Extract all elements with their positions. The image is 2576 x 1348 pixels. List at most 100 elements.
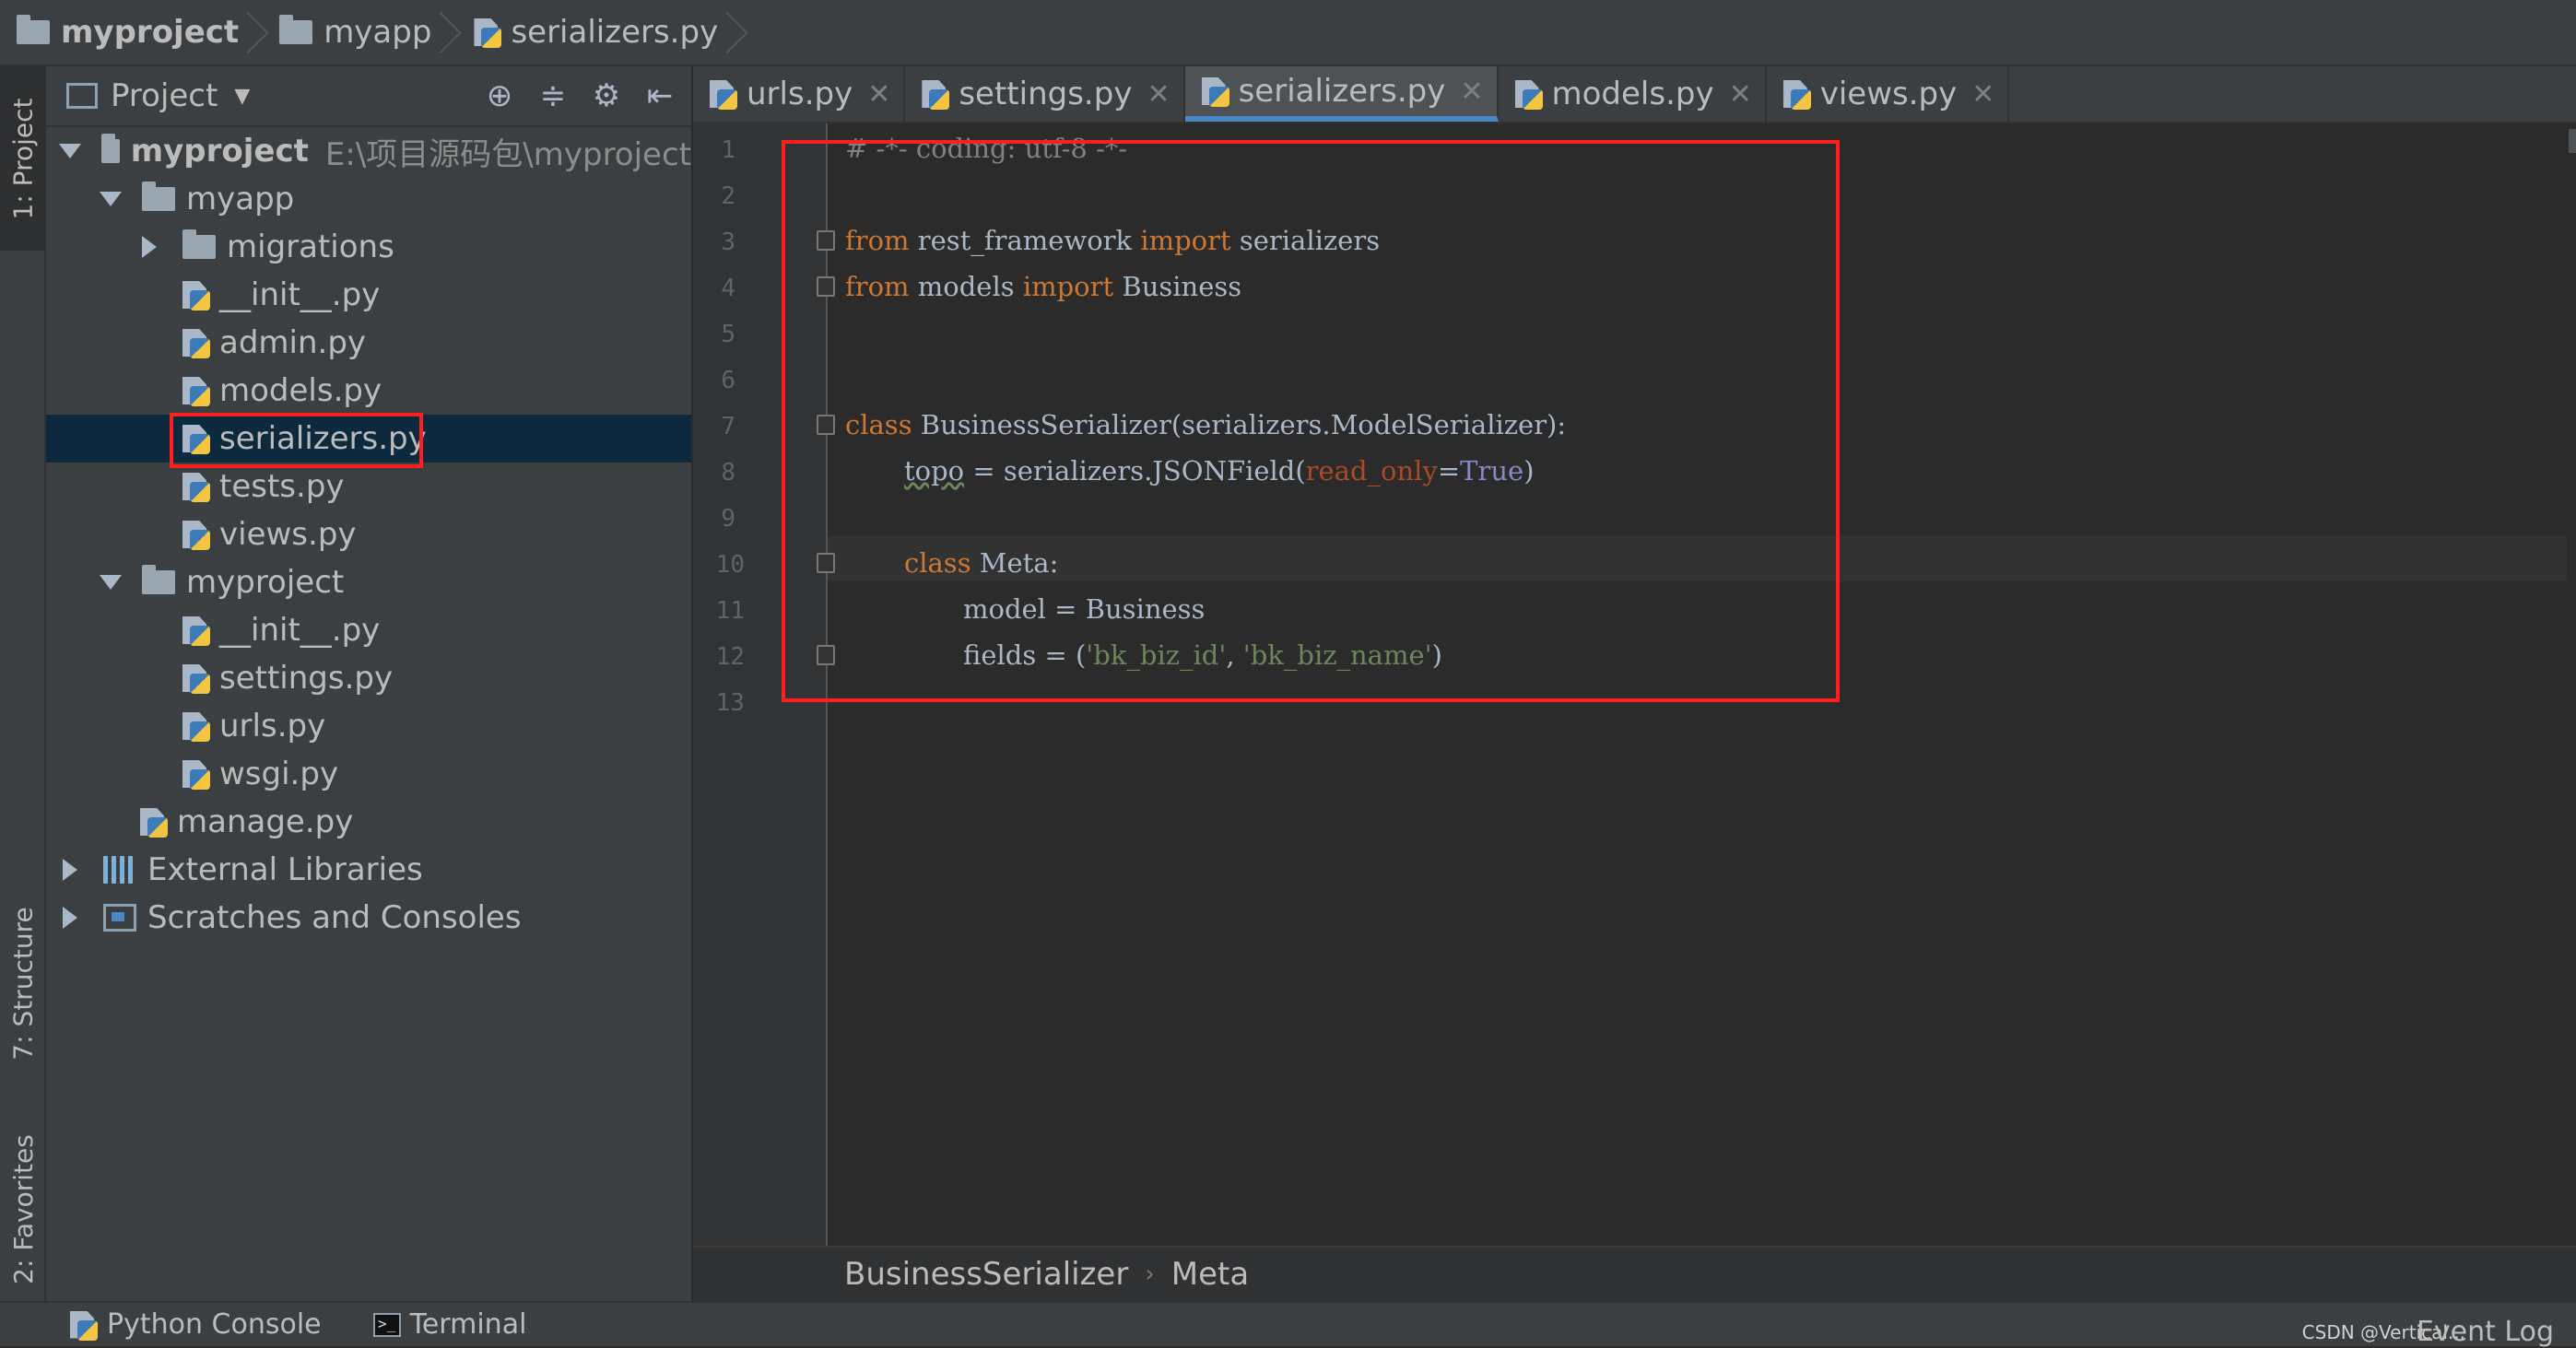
- tree-item-file[interactable]: admin.py: [46, 319, 691, 367]
- tree-item-myproject-pkg[interactable]: myproject: [46, 558, 691, 606]
- tree-item-file[interactable]: urls.py: [46, 702, 691, 750]
- close-icon[interactable]: ✕: [1147, 78, 1170, 111]
- project-tool-tab-label: 1: Project: [7, 98, 39, 219]
- expand-arrow-icon[interactable]: [59, 144, 81, 158]
- tree-item-label: __init__.py: [219, 612, 381, 649]
- code-token: ,: [1226, 639, 1243, 671]
- code-token: =: [1437, 455, 1461, 486]
- python-file-icon: [1782, 78, 1813, 110]
- python-file-icon: [181, 327, 212, 358]
- tree-item-file[interactable]: views.py: [46, 510, 691, 558]
- tree-item-myapp[interactable]: myapp: [46, 175, 691, 223]
- tree-item-file[interactable]: wsgi.py: [46, 750, 691, 798]
- folder-icon: [279, 15, 313, 44]
- tab-models[interactable]: models.py ✕: [1499, 66, 1767, 122]
- code-token: True: [1460, 455, 1524, 486]
- tree-item-label: __init__.py: [219, 276, 381, 313]
- tree-item-label: myapp: [186, 181, 295, 217]
- collapsed-arrow-icon[interactable]: [63, 907, 77, 929]
- fold-marker-icon[interactable]: [817, 230, 835, 251]
- close-icon[interactable]: ✕: [867, 78, 890, 111]
- tree-item-label: External Libraries: [147, 851, 423, 888]
- tree-item-migrations[interactable]: migrations: [46, 223, 691, 271]
- line-number: 3: [721, 229, 735, 256]
- fold-marker-icon[interactable]: [817, 553, 835, 573]
- expand-arrow-icon[interactable]: [100, 192, 122, 206]
- tree-item-file[interactable]: __init__.py: [46, 271, 691, 319]
- python-file-icon: [1200, 76, 1231, 107]
- code-token: read_only: [1305, 455, 1438, 486]
- tree-item-scratches[interactable]: Scratches and Consoles: [46, 894, 691, 942]
- collapse-all-icon[interactable]: ≑: [536, 77, 570, 114]
- collapsed-arrow-icon[interactable]: [63, 859, 77, 881]
- close-icon[interactable]: ✕: [1460, 76, 1483, 108]
- expand-arrow-icon[interactable]: [100, 575, 122, 590]
- code-token: Meta:: [970, 547, 1059, 579]
- tab-serializers[interactable]: serializers.py ✕: [1184, 66, 1499, 122]
- collapsed-arrow-icon[interactable]: [142, 236, 157, 258]
- tab-settings[interactable]: settings.py ✕: [905, 66, 1185, 122]
- project-panel: Project ▼ ⊕ ≑ ⚙ ⇤ myproject E:\项目源码包\myp…: [46, 66, 693, 1301]
- breadcrumb-class[interactable]: BusinessSerializer: [844, 1256, 1128, 1293]
- tree-item-root[interactable]: myproject E:\项目源码包\myproject: [46, 127, 691, 175]
- fold-marker-icon[interactable]: [817, 645, 835, 665]
- tree-item-label: myproject: [130, 133, 309, 170]
- navigation-bar: myproject myapp serializers.py: [0, 0, 2576, 66]
- line-number: 7: [721, 413, 735, 440]
- event-log-button[interactable]: Event Log: [2417, 1316, 2554, 1348]
- python-console-button[interactable]: Python Console: [68, 1308, 322, 1341]
- breadcrumb-project[interactable]: myproject: [17, 0, 239, 65]
- python-icon: [68, 1309, 100, 1341]
- stripe-marker[interactable]: [2569, 129, 2576, 153]
- keyword: class: [845, 409, 912, 440]
- python-file-icon: [181, 519, 212, 550]
- breadcrumb-file[interactable]: serializers.py: [472, 0, 718, 65]
- hide-panel-icon[interactable]: ⇤: [643, 77, 676, 114]
- locate-file-icon[interactable]: ⊕: [483, 77, 516, 114]
- code-line-4: from models import Business: [845, 271, 1241, 302]
- structure-tool-tab-label: 7: Structure: [7, 906, 39, 1061]
- structure-tool-tab[interactable]: 7: Structure: [0, 859, 46, 1108]
- line-number: 13: [715, 689, 745, 717]
- python-file-icon: [181, 423, 212, 454]
- folder-icon: [142, 182, 175, 211]
- keyword: class: [904, 547, 971, 579]
- line-number: 4: [721, 275, 735, 302]
- code-editor[interactable]: 1 2 3 4 5 6 7 8 9 10 11 12 13 # -*- codi…: [693, 123, 2576, 1246]
- tree-item-file[interactable]: models.py: [46, 367, 691, 415]
- tree-item-file[interactable]: manage.py: [46, 798, 691, 846]
- tree-item-selected-file[interactable]: serializers.py: [46, 415, 691, 463]
- line-number: 1: [721, 136, 735, 164]
- breadcrumb-file-label: serializers.py: [511, 14, 719, 51]
- code-line-12: fields = ('bk_biz_id', 'bk_biz_name'): [963, 639, 1442, 671]
- tab-label: models.py: [1551, 76, 1714, 112]
- tree-item-external-libraries[interactable]: External Libraries: [46, 846, 691, 894]
- project-tool-tab[interactable]: 1: Project: [0, 66, 46, 251]
- folder-icon: [101, 134, 120, 163]
- tree-item-file[interactable]: __init__.py: [46, 606, 691, 654]
- line-number: 10: [715, 551, 745, 579]
- keyword: import: [1140, 225, 1231, 256]
- project-panel-title[interactable]: Project: [111, 77, 218, 114]
- tab-urls[interactable]: urls.py ✕: [693, 66, 906, 122]
- breadcrumb-app[interactable]: myapp: [279, 0, 431, 65]
- code-token: ): [1523, 455, 1535, 486]
- terminal-button[interactable]: >_ Terminal: [372, 1308, 526, 1341]
- tree-item-file[interactable]: tests.py: [46, 463, 691, 510]
- library-icon: [103, 856, 136, 884]
- favorites-tool-tab[interactable]: 2: Favorites: [0, 1098, 46, 1319]
- line-number: 5: [721, 321, 735, 348]
- chevron-down-icon[interactable]: ▼: [234, 85, 250, 108]
- line-number: 11: [715, 597, 745, 625]
- tree-item-file[interactable]: settings.py: [46, 654, 691, 702]
- code-line-3: from rest_framework import serializers: [845, 225, 1380, 256]
- tab-views[interactable]: views.py ✕: [1767, 66, 2010, 122]
- breadcrumb-separator: [727, 0, 747, 65]
- project-path: E:\项目源码包\myproject: [324, 135, 691, 173]
- close-icon[interactable]: ✕: [1971, 78, 1994, 111]
- close-icon[interactable]: ✕: [1729, 78, 1752, 111]
- gear-icon[interactable]: ⚙: [590, 77, 623, 114]
- breadcrumb-inner-class[interactable]: Meta: [1171, 1256, 1249, 1293]
- fold-marker-icon[interactable]: [817, 415, 835, 435]
- fold-marker-icon[interactable]: [817, 276, 835, 297]
